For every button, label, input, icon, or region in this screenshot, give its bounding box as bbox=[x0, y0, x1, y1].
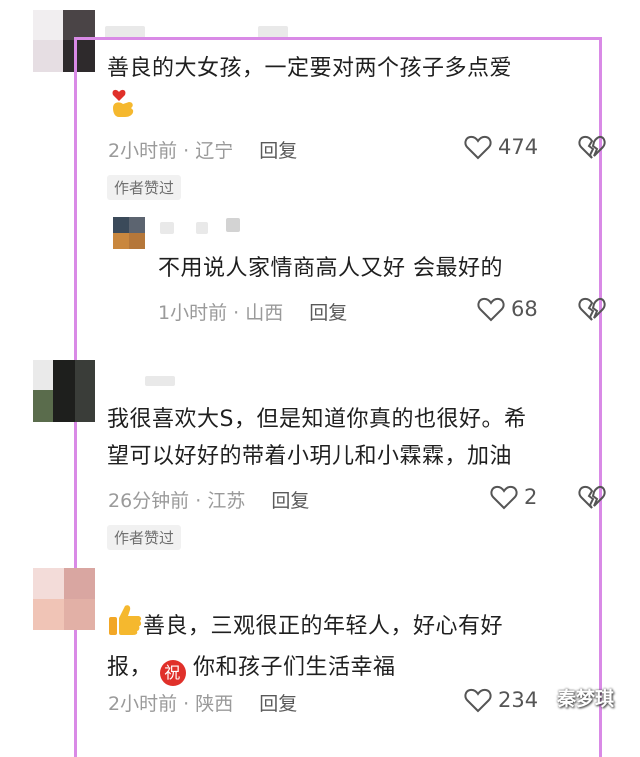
dislike-heart-icon[interactable] bbox=[578, 134, 606, 164]
heart-icon bbox=[464, 135, 492, 160]
comment-meta: 1小时前 · 山西 回复 bbox=[158, 302, 348, 324]
like-button[interactable]: 234 bbox=[464, 687, 538, 713]
username-blurred[interactable] bbox=[226, 218, 240, 232]
reply-button[interactable]: 回复 bbox=[259, 693, 297, 715]
heart-hand-emoji bbox=[109, 88, 137, 124]
heart-icon bbox=[477, 297, 505, 322]
like-button[interactable]: 2 bbox=[490, 484, 537, 510]
comment-text: 善良，三观很正的年轻人，好心有好 报， 祝 你和孩子们生活幸福 bbox=[107, 603, 503, 686]
thumbs-up-emoji bbox=[107, 603, 143, 649]
author-liked-badge: 作者赞过 bbox=[107, 525, 182, 550]
dislike-heart-icon[interactable] bbox=[578, 484, 606, 514]
comment-text: 不用说人家情商高人又好 会最好的 bbox=[158, 256, 503, 281]
avatar[interactable] bbox=[113, 217, 145, 249]
username-blurred[interactable] bbox=[145, 376, 175, 386]
username-blurred[interactable] bbox=[196, 222, 208, 234]
like-count: 2 bbox=[524, 485, 538, 509]
heart-icon bbox=[490, 485, 518, 510]
username-blurred[interactable] bbox=[160, 222, 174, 234]
like-count: 234 bbox=[498, 688, 539, 712]
author-liked-badge: 作者赞过 bbox=[107, 175, 182, 200]
congrats-emoji: 祝 bbox=[159, 660, 186, 686]
reply-button[interactable]: 回复 bbox=[309, 302, 347, 324]
like-button[interactable]: 68 bbox=[477, 296, 538, 322]
avatar[interactable] bbox=[33, 360, 95, 422]
comment-text: 我很喜欢大S，但是知道你真的也很好。希 望可以好好的带着小玥儿和小霖霖，加油 bbox=[107, 407, 527, 469]
reply-button[interactable]: 回复 bbox=[271, 490, 309, 512]
comment-meta: 26分钟前 · 江苏 回复 bbox=[108, 490, 310, 512]
dislike-heart-icon[interactable] bbox=[578, 296, 606, 326]
comment-meta: 2小时前 · 辽宁 回复 bbox=[108, 140, 298, 162]
avatar[interactable] bbox=[33, 568, 95, 630]
like-count: 68 bbox=[511, 297, 538, 321]
reply-button[interactable]: 回复 bbox=[259, 140, 297, 162]
comment-text: 善良的大女孩，一定要对两个孩子多点爱 bbox=[107, 56, 513, 81]
like-button[interactable]: 474 bbox=[464, 134, 538, 160]
heart-icon bbox=[464, 688, 492, 713]
like-count: 474 bbox=[498, 135, 539, 159]
comment-meta: 2小时前 · 陕西 回复 bbox=[108, 693, 298, 715]
watermark: 秦梦琪 bbox=[557, 688, 615, 710]
